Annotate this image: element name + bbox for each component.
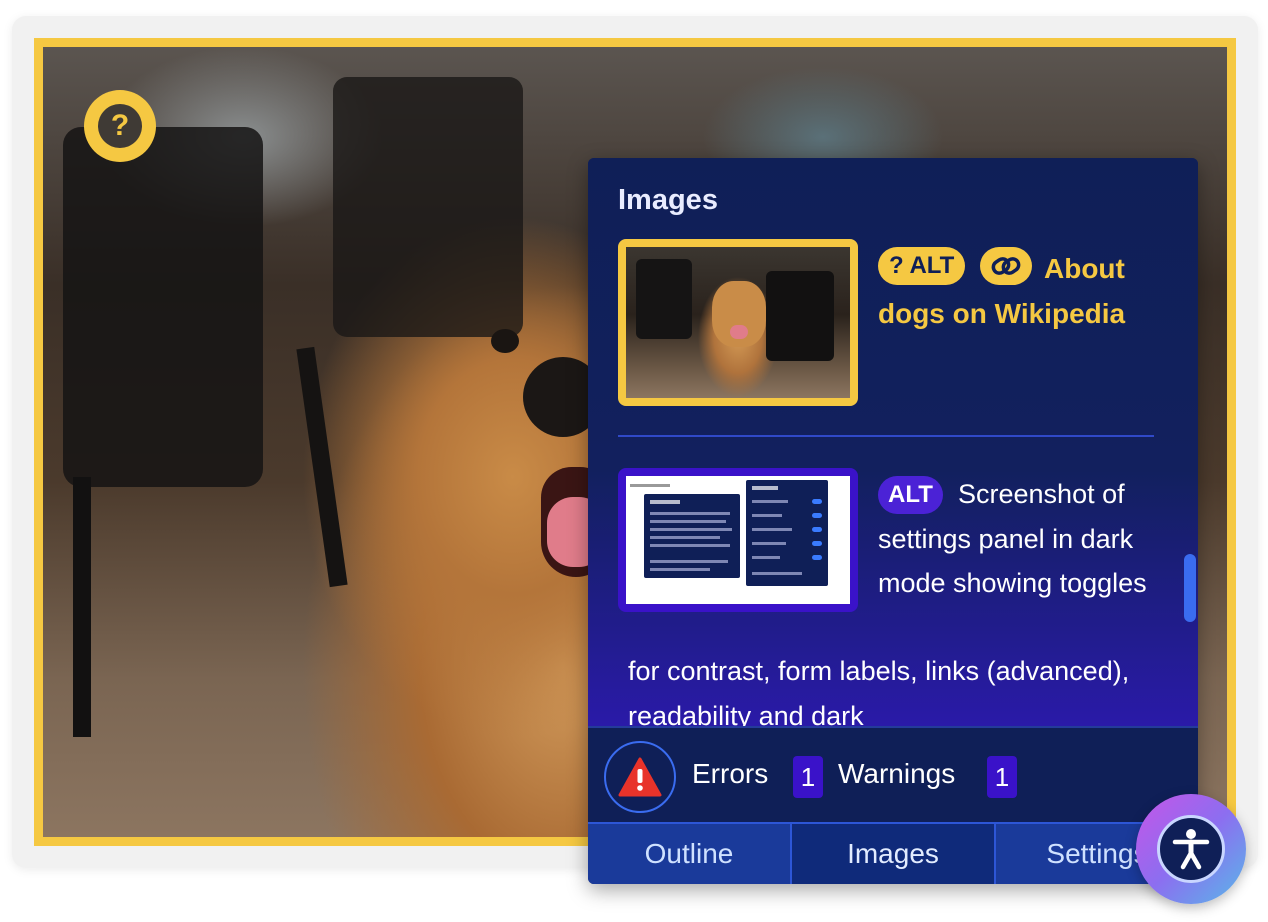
accessibility-panel: Images About dogs on Wikipedia ? ALT Scr… — [588, 158, 1198, 884]
alt-badge: ALT — [878, 476, 943, 514]
help-icon[interactable]: ? — [84, 90, 156, 162]
images-list: Images About dogs on Wikipedia ? ALT Scr… — [588, 158, 1198, 726]
accessibility-person-icon — [1157, 815, 1225, 883]
warnings-count-badge: 1 — [987, 756, 1017, 798]
errors-count-badge: 1 — [793, 756, 823, 798]
tab-images[interactable]: Images — [790, 822, 994, 884]
tab-outline[interactable]: Outline — [588, 822, 790, 884]
errors-label: Errors — [692, 758, 769, 789]
accessibility-toggle-button[interactable] — [1136, 794, 1246, 904]
panel-title: Images — [618, 184, 718, 216]
scrollbar[interactable] — [1184, 554, 1196, 622]
status-bar: Errors 1 Warnings 1 — [588, 726, 1198, 822]
alt-warning-badge: ? ALT — [878, 247, 966, 285]
link-icon — [980, 247, 1032, 285]
warning-triangle-icon[interactable] — [604, 741, 676, 813]
image-thumbnail-dog[interactable] — [618, 239, 858, 406]
image-thumbnail-settings[interactable] — [618, 468, 858, 612]
image-alt-text-continued: for contrast, form labels, links (advanc… — [628, 656, 1130, 726]
divider — [618, 435, 1154, 437]
warnings-label: Warnings — [838, 758, 956, 789]
panel-tabs: Outline Images Settings — [588, 822, 1198, 884]
